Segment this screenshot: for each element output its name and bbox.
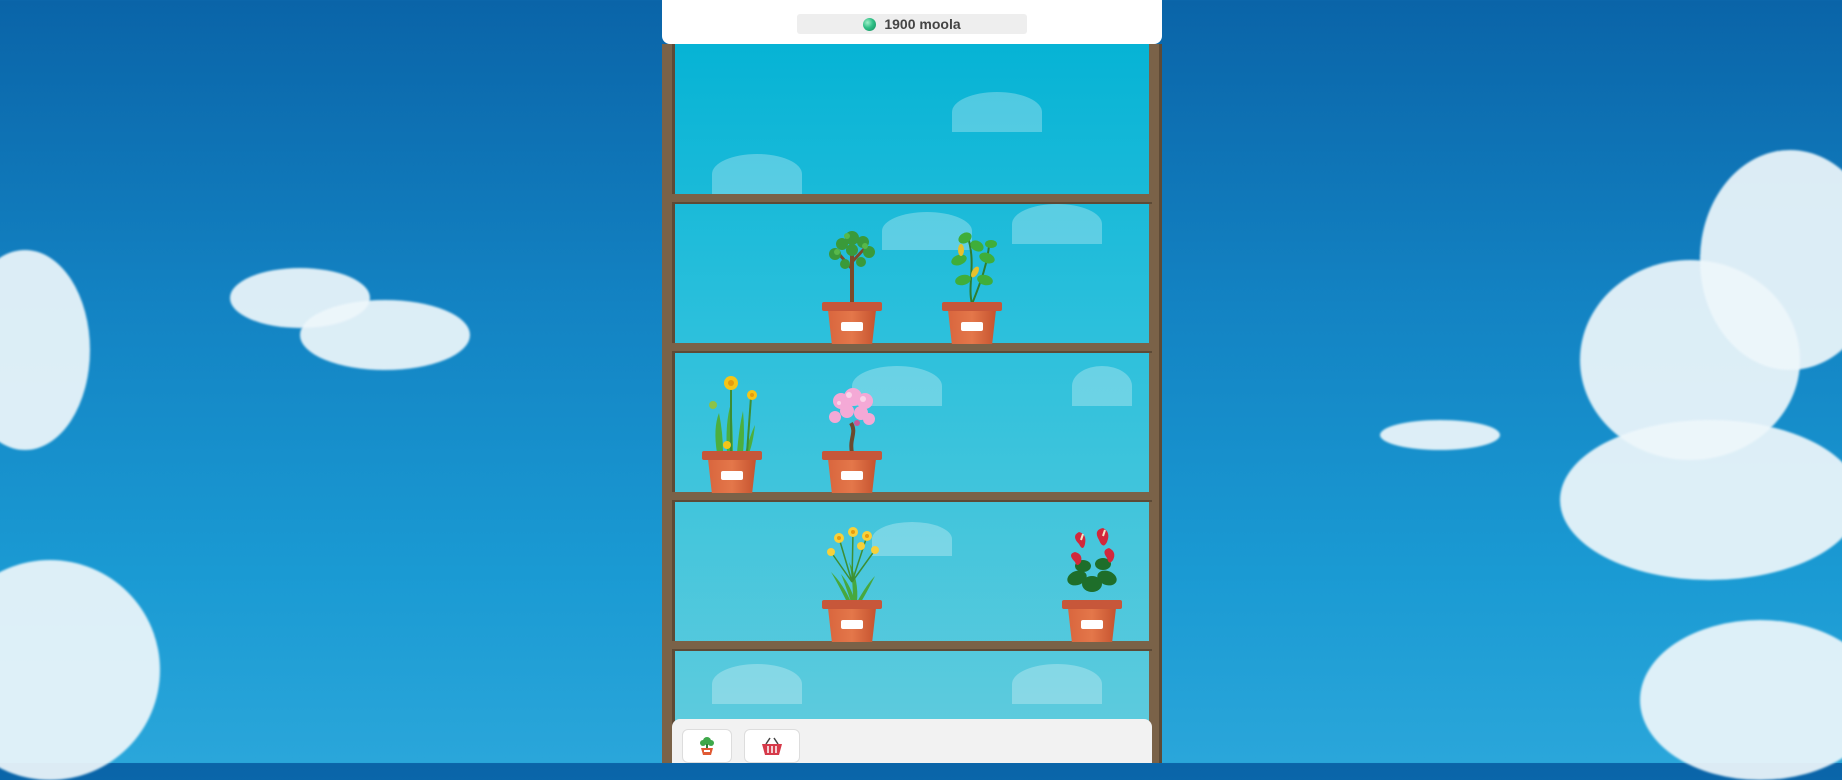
sky-cloud: [1380, 420, 1500, 450]
coin-icon: [863, 17, 877, 31]
plant-slot[interactable]: [817, 522, 887, 642]
shop-button[interactable]: [744, 729, 800, 763]
plant-slot[interactable]: [817, 224, 887, 344]
sky-cloud: [1560, 420, 1842, 580]
shelf-post-left: [662, 44, 675, 763]
flower-pot: [942, 302, 1002, 344]
plant-slot[interactable]: [1057, 522, 1127, 642]
plant-shelf-game: 1900 moola: [662, 0, 1162, 763]
bottom-toolbar: [672, 719, 1152, 763]
pink-blossom-bonsai-icon: [829, 388, 875, 453]
flower-pot: [822, 600, 882, 642]
jade-tree-icon: [829, 231, 875, 302]
plant-slot[interactable]: [937, 224, 1007, 344]
shelf-plank: [672, 492, 1152, 500]
pothos-vine-icon: [951, 232, 997, 304]
sky-cloud: [1640, 620, 1842, 780]
top-bar: 1900 moola: [662, 0, 1162, 44]
shelf-cloud: [1072, 366, 1132, 406]
sky-cloud: [0, 250, 90, 450]
shelf-plank: [672, 194, 1152, 202]
plants-button[interactable]: [682, 729, 732, 763]
shelf-cloud: [952, 92, 1042, 132]
shelf-plank: [672, 641, 1152, 649]
flower-pot: [1062, 600, 1122, 642]
plant-slot[interactable]: [697, 373, 767, 493]
currency-amount: 1900 moola: [884, 16, 961, 32]
shelf-cloud: [1012, 664, 1102, 704]
shopping-basket-icon: [762, 737, 782, 755]
flower-pot: [702, 451, 762, 493]
shelf-cloud: [712, 664, 802, 704]
currency-display: 1900 moola: [797, 14, 1027, 34]
red-anthurium-icon: [1067, 528, 1117, 592]
shelf-post-right: [1149, 44, 1162, 763]
shelf-frame: [662, 44, 1162, 763]
sky-cloud: [0, 560, 160, 780]
sky-cloud: [300, 300, 470, 370]
shelf-cloud: [712, 154, 802, 194]
plant-slot[interactable]: [817, 373, 887, 493]
yellow-daffodil-icon: [709, 376, 757, 453]
shelf-plank: [672, 343, 1152, 351]
flower-pot: [822, 451, 882, 493]
potted-plant-icon: [700, 737, 714, 755]
shelf-cloud: [1012, 204, 1102, 244]
flower-pot: [822, 302, 882, 344]
yellow-flower-bunch-icon: [827, 527, 879, 602]
